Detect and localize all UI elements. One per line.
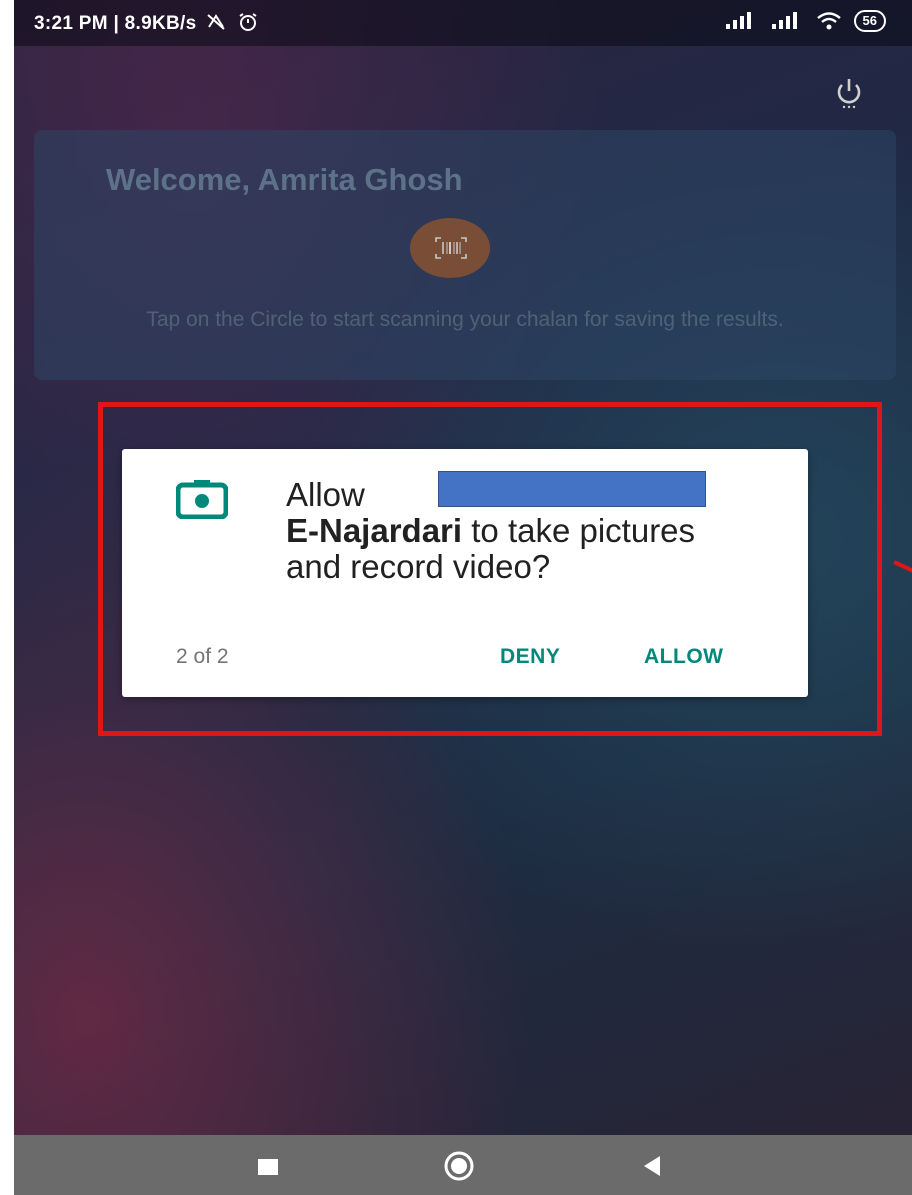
welcome-card: Welcome, Amrita Ghosh Tap on the Circle … (34, 130, 896, 380)
phone-screen: 3:21 PM | 8.9KB/s 56 Welcome, Amrita Gho… (14, 0, 912, 1195)
annotation-arrow (893, 560, 912, 581)
wifi-icon (816, 12, 841, 30)
recents-icon[interactable] (258, 1159, 278, 1175)
redaction-box (438, 471, 706, 507)
camera-icon (176, 480, 228, 519)
dialog-counter: 2 of 2 (176, 645, 229, 668)
alarm-icon (239, 13, 257, 31)
navigation-bar (14, 1135, 912, 1195)
allow-button[interactable]: ALLOW (644, 645, 723, 669)
battery-indicator: 56 (853, 10, 886, 32)
dialog-prefix: Allow (286, 476, 365, 513)
permission-dialog: Allow E-Najardari to take pictures and r… (122, 449, 808, 697)
status-bar: 3:21 PM | 8.9KB/s 56 (14, 0, 912, 46)
barcode-icon (435, 237, 467, 259)
back-icon[interactable] (642, 1155, 662, 1177)
app-name: E-Najardari (286, 512, 463, 549)
welcome-title: Welcome, Amrita Ghosh (106, 162, 463, 197)
status-time-speed: 3:21 PM | 8.9KB/s (34, 13, 197, 34)
scan-circle-button[interactable] (410, 218, 490, 278)
sync-off-icon (207, 14, 225, 30)
deny-button[interactable]: DENY (500, 645, 560, 669)
welcome-hint: Tap on the Circle to start scanning your… (146, 308, 784, 331)
power-icon[interactable] (832, 76, 866, 110)
signal-icon (771, 12, 797, 29)
home-icon[interactable] (442, 1149, 476, 1183)
signal-icon (725, 12, 751, 29)
